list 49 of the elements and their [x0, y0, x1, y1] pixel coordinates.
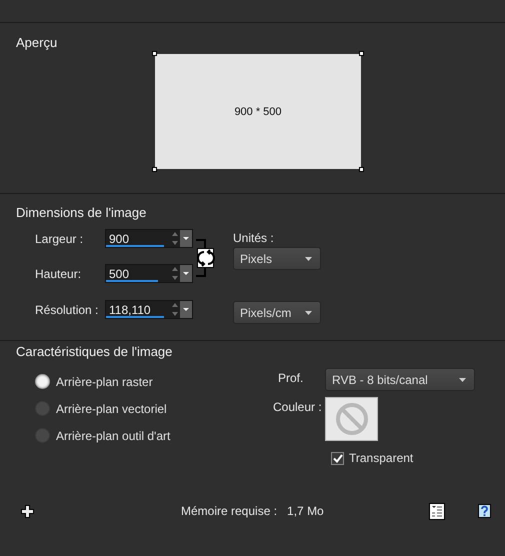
- dropdown[interactable]: RVB - 8 bits/canal: [325, 368, 475, 391]
- caret-icon[interactable]: [180, 230, 192, 247]
- section-title: Dimensions de l'image: [16, 205, 148, 220]
- depth-label: Prof.: [278, 371, 304, 385]
- field-value: 118,110: [109, 303, 151, 317]
- image-size-label: 900 * 500: [234, 106, 282, 118]
- units-label: Unités :: [233, 231, 275, 245]
- caret-icon[interactable]: [180, 301, 192, 318]
- caret-icon: [305, 310, 312, 314]
- radio-button[interactable]: [35, 374, 50, 389]
- dropdown[interactable]: Pixels/cm: [233, 301, 321, 324]
- check-icon: [332, 454, 342, 462]
- resize-handle[interactable]: [152, 167, 157, 172]
- resize-handle[interactable]: [359, 51, 364, 56]
- field-label: Résolution :: [35, 302, 100, 316]
- spinner-arrows-icon[interactable]: [170, 265, 180, 282]
- radio-option[interactable]: Arrière-plan raster: [35, 368, 273, 395]
- memory-label: Mémoire requise :: [181, 504, 278, 518]
- plus-icon[interactable]: [21, 504, 34, 518]
- memory-value: 1,7 Mo: [287, 504, 324, 518]
- caret-icon[interactable]: [180, 265, 192, 282]
- radio-button[interactable]: [35, 401, 50, 416]
- field-label: Hauteur:: [35, 266, 82, 280]
- no-color-icon: [334, 402, 368, 436]
- resize-handle[interactable]: [359, 167, 364, 172]
- field-value: 500: [109, 267, 130, 281]
- list-icon[interactable]: [429, 502, 445, 520]
- color-label: Couleur :: [273, 400, 323, 414]
- caret-icon: [305, 256, 312, 260]
- section-title: Caractéristiques de l'image: [16, 344, 174, 359]
- help-icon[interactable]: [478, 504, 491, 518]
- field-value: 900: [109, 232, 130, 246]
- spin-field[interactable]: 500: [105, 264, 193, 283]
- caret-icon: [459, 378, 466, 382]
- radio-option[interactable]: Arrière-plan outil d'art: [35, 422, 273, 449]
- spin-field[interactable]: 900: [105, 229, 193, 248]
- transparent-checkbox[interactable]: Transparent: [331, 451, 475, 465]
- field-label: Largeur :: [35, 232, 84, 246]
- spinner-arrows-icon[interactable]: [170, 230, 180, 247]
- radio-button[interactable]: [35, 428, 50, 443]
- color-swatch[interactable]: [325, 397, 378, 441]
- dropdown[interactable]: Pixels: [233, 247, 321, 270]
- radio-option[interactable]: Arrière-plan vectoriel: [35, 395, 273, 422]
- section-title: Aperçu: [16, 35, 58, 50]
- spinner-arrows-icon[interactable]: [170, 301, 180, 318]
- spin-field[interactable]: 118,110: [105, 300, 193, 319]
- checkbox[interactable]: [331, 452, 344, 464]
- link-icon[interactable]: [195, 239, 217, 277]
- resize-handle[interactable]: [152, 51, 157, 56]
